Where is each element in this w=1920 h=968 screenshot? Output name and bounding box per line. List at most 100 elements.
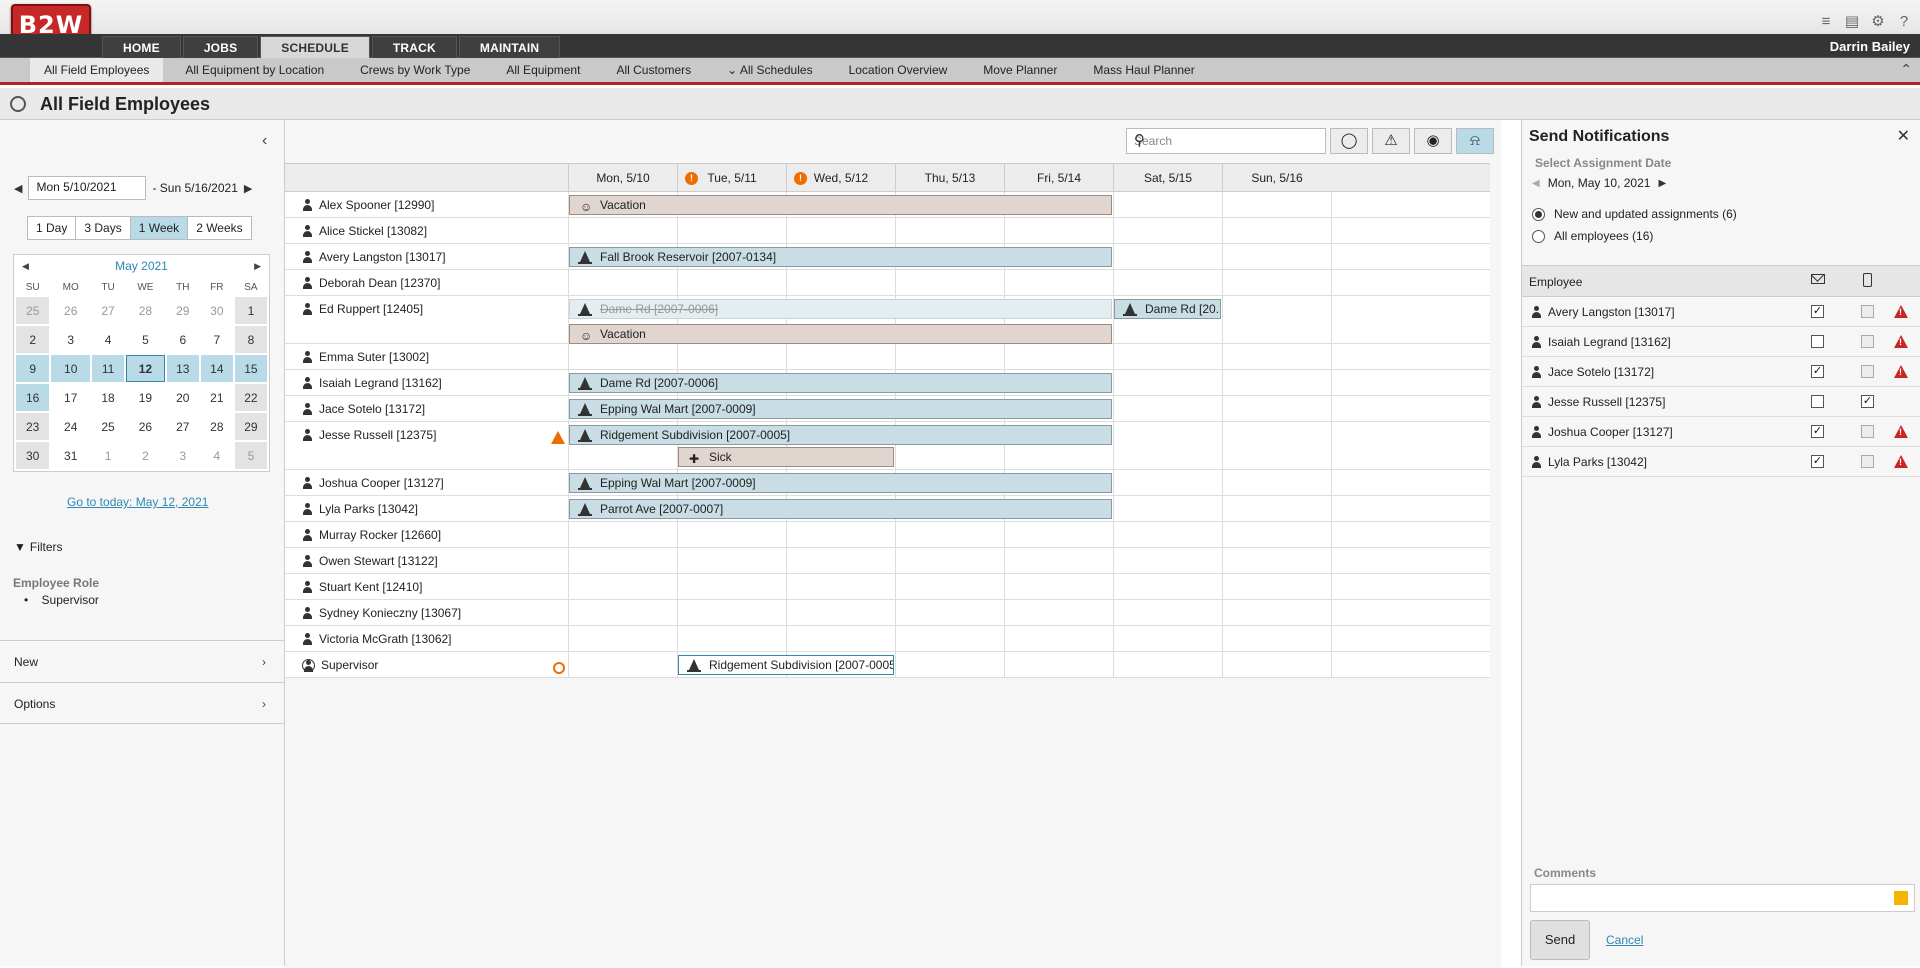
assignment-bar[interactable]: Parrot Ave [2007-0007]: [569, 499, 1112, 519]
calendar-day[interactable]: 3: [166, 442, 199, 469]
employee-name[interactable]: Deborah Dean [12370]: [302, 276, 440, 290]
employee-name[interactable]: Alice Stickel [13082]: [302, 224, 427, 238]
assignment-bar[interactable]: Fall Brook Reservoir [2007-0134]: [569, 247, 1112, 267]
go-to-today-link[interactable]: Go to today: May 12, 2021: [67, 495, 208, 509]
employee-name[interactable]: Alex Spooner [12990]: [302, 198, 434, 212]
subnav-location-overview[interactable]: Location Overview: [835, 58, 962, 82]
assignment-bar[interactable]: Epping Wal Mart [2007-0009]: [569, 399, 1112, 419]
tab-maintain[interactable]: MAINTAIN: [458, 36, 561, 58]
cancel-button[interactable]: Cancel: [1606, 933, 1643, 947]
day-header[interactable]: Thu, 5/13: [895, 164, 1004, 192]
employee-name[interactable]: Stuart Kent [12410]: [302, 580, 422, 594]
mobile-checkbox[interactable]: [1861, 335, 1874, 348]
mobile-checkbox[interactable]: [1861, 455, 1874, 468]
search-icon[interactable]: ⚲: [1134, 131, 1320, 149]
calendar-day[interactable]: 28: [200, 413, 233, 440]
employee-name[interactable]: Murray Rocker [12660]: [302, 528, 441, 542]
calendar-day[interactable]: 27: [166, 413, 199, 440]
employee-name[interactable]: Sydney Konieczny [13067]: [302, 606, 461, 620]
search-input[interactable]: Search ⚲: [1126, 128, 1326, 154]
calendar-day[interactable]: 26: [51, 297, 91, 324]
calendar-day[interactable]: 21: [200, 384, 233, 411]
start-date-input[interactable]: Mon 5/10/2021: [28, 176, 147, 200]
mobile-checkbox[interactable]: [1861, 425, 1874, 438]
filters-header[interactable]: ▼ Filters: [14, 540, 63, 554]
calendar-day[interactable]: 4: [92, 326, 125, 353]
employee-name[interactable]: Supervisor: [302, 658, 378, 672]
mobile-checkbox[interactable]: [1861, 305, 1874, 318]
day-warning-icon[interactable]: !: [794, 172, 807, 185]
employee-name[interactable]: Jace Sotelo [13172]: [302, 402, 425, 416]
gear-icon[interactable]: ⚙: [1870, 14, 1886, 30]
assignment-bar[interactable]: ☺ Vacation: [569, 324, 1112, 344]
day-header[interactable]: Sun, 5/16: [1222, 164, 1331, 192]
calendar-day[interactable]: 1: [92, 442, 125, 469]
subnav-crews-by-work-type[interactable]: Crews by Work Type: [346, 58, 484, 82]
employee-name[interactable]: Lyla Parks [13042]: [302, 502, 418, 516]
subnav-all-field-employees[interactable]: All Field Employees: [30, 58, 164, 82]
employee-name[interactable]: Victoria McGrath [13062]: [302, 632, 452, 646]
calendar-day[interactable]: 15: [234, 355, 267, 382]
collapse-up-icon[interactable]: ⌃: [1900, 61, 1912, 78]
circle-filter-button[interactable]: ◯: [1330, 128, 1368, 154]
calendar-day[interactable]: 8: [234, 326, 267, 353]
bell-notifications-button[interactable]: ⍾: [1456, 128, 1494, 154]
status-circle-icon[interactable]: [553, 662, 565, 674]
mobile-icon[interactable]: [1863, 273, 1872, 287]
collapse-left-icon[interactable]: ‹: [262, 132, 267, 150]
calendar-day[interactable]: 2: [126, 442, 165, 469]
calendar-day[interactable]: 25: [16, 297, 50, 324]
mobile-checkbox[interactable]: ✓: [1861, 395, 1874, 408]
calendar-day[interactable]: 29: [166, 297, 199, 324]
employee-name[interactable]: Emma Suter [13002]: [302, 350, 429, 364]
range-3-days[interactable]: 3 Days: [75, 216, 131, 240]
calendar-day[interactable]: 5: [234, 442, 267, 469]
day-header[interactable]: Fri, 5/14: [1004, 164, 1113, 192]
email-checkbox[interactable]: ✓: [1811, 455, 1824, 468]
calendar-day[interactable]: 18: [92, 384, 125, 411]
employee-name[interactable]: Jesse Russell [12375]: [302, 428, 436, 442]
vertical-scrollbar[interactable]: [1490, 163, 1501, 963]
reports-icon[interactable]: ▤: [1844, 14, 1860, 30]
tab-jobs[interactable]: JOBS: [182, 36, 259, 58]
next-month-icon[interactable]: ▶: [254, 255, 261, 277]
email-checkbox[interactable]: [1811, 335, 1824, 348]
calendar-day[interactable]: 29: [234, 413, 267, 440]
tab-schedule[interactable]: SCHEDULE: [260, 36, 370, 58]
employee-name[interactable]: Joshua Cooper [13127]: [302, 476, 444, 490]
next-week-icon[interactable]: ▶: [244, 182, 252, 195]
tab-track[interactable]: TRACK: [371, 36, 457, 58]
calendar-day[interactable]: 26: [126, 413, 165, 440]
new-section[interactable]: New ›: [0, 640, 284, 682]
radio-circle[interactable]: [1532, 229, 1545, 243]
calendar-day[interactable]: 25: [92, 413, 125, 440]
calendar-month[interactable]: May 2021: [115, 259, 168, 273]
calendar-day[interactable]: 27: [92, 297, 125, 324]
subnav-all-equipment-by-location[interactable]: All Equipment by Location: [171, 58, 338, 82]
tab-home[interactable]: HOME: [102, 36, 181, 58]
calendar-day[interactable]: 19: [126, 384, 165, 411]
calendar-day[interactable]: 12: [126, 355, 165, 382]
radio-new-updated[interactable]: New and updated assignments (6): [1532, 207, 1737, 221]
calendar-day[interactable]: 22: [234, 384, 267, 411]
calendar-day[interactable]: 28: [126, 297, 165, 324]
employee-name[interactable]: Ed Ruppert [12405]: [302, 302, 423, 316]
subnav-mass-haul-planner[interactable]: Mass Haul Planner: [1079, 58, 1208, 82]
subnav-all-schedules[interactable]: ⌄ All Schedules: [713, 58, 826, 82]
calendar-day[interactable]: 7: [200, 326, 233, 353]
radio-all-employees[interactable]: All employees (16): [1532, 229, 1653, 243]
range-1-day[interactable]: 1 Day: [27, 216, 77, 240]
comments-input[interactable]: [1530, 884, 1915, 912]
employee-name[interactable]: Isaiah Legrand [13162]: [302, 376, 442, 390]
mobile-checkbox[interactable]: [1861, 365, 1874, 378]
help-icon[interactable]: ?: [1896, 14, 1912, 30]
location-pin-button[interactable]: ◉: [1414, 128, 1452, 154]
calendar-day[interactable]: 14: [200, 355, 233, 382]
calendar-day[interactable]: 17: [51, 384, 91, 411]
assignment-bar[interactable]: ☺ Vacation: [569, 195, 1112, 215]
assignment-bar[interactable]: Dame Rd [20...: [1114, 299, 1221, 319]
assignment-bar[interactable]: Dame Rd [2007-0006]: [569, 373, 1112, 393]
calendar-day[interactable]: 13: [166, 355, 199, 382]
calendar-day[interactable]: 31: [51, 442, 91, 469]
calendar-day[interactable]: 16: [16, 384, 50, 411]
